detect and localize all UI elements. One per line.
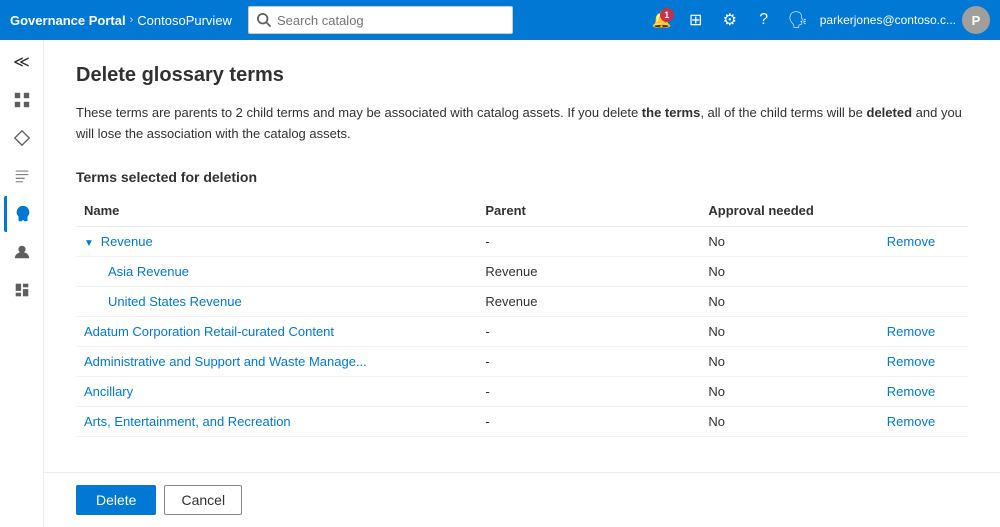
term-name-link[interactable]: Administrative and Support and Waste Man…: [84, 354, 367, 369]
sidebar: ≪: [0, 40, 44, 527]
table-row: Asia Revenue RevenueNo: [76, 256, 968, 286]
term-parent: -: [477, 226, 700, 256]
footer-bar: Delete Cancel: [44, 472, 1000, 527]
table-row: ▼ Revenue -No Remove: [76, 226, 968, 256]
table-header-row: Name Parent Approval needed: [76, 197, 968, 227]
term-parent: Revenue: [477, 256, 700, 286]
term-parent: -: [477, 316, 700, 346]
warning-middle: , all of the child terms will be: [700, 105, 866, 120]
term-parent: Revenue: [477, 286, 700, 316]
term-approval: No: [700, 256, 878, 286]
warning-bold2: deleted: [867, 105, 913, 120]
page-body: Delete glossary terms These terms are pa…: [44, 40, 1000, 472]
sidebar-toggle[interactable]: ≪: [4, 44, 40, 80]
term-approval: No: [700, 226, 878, 256]
term-parent: -: [477, 406, 700, 436]
term-approval: No: [700, 316, 878, 346]
term-approval: No: [700, 406, 878, 436]
term-name-link[interactable]: Asia Revenue: [108, 264, 189, 279]
feedback-button[interactable]: 🗣: [782, 4, 814, 36]
term-approval: No: [700, 376, 878, 406]
term-parent: -: [477, 346, 700, 376]
page-title: Delete glossary terms: [76, 64, 968, 87]
product-label: ContosoPurview: [137, 13, 232, 28]
table-row: Arts, Entertainment, and Recreation -No Re…: [76, 406, 968, 436]
remove-button[interactable]: Remove: [887, 234, 935, 249]
user-profile[interactable]: parkerjones@contoso.c... P: [820, 6, 990, 34]
col-header-name: Name: [76, 197, 477, 227]
warning-text: These terms are parents to 2 child terms…: [76, 103, 968, 145]
warning-bold1: the terms: [642, 105, 701, 120]
remove-button[interactable]: Remove: [887, 324, 935, 339]
grid-button[interactable]: ⊞: [680, 4, 712, 36]
nav-actions: 🔔 1 ⊞ ⚙ ? 🗣 parkerjones@contoso.c... P: [646, 4, 990, 36]
avatar: P: [962, 6, 990, 34]
cancel-button[interactable]: Cancel: [164, 485, 242, 515]
col-header-parent: Parent: [477, 197, 700, 227]
main-layout: ≪ Delete glossary terms These terms are …: [0, 40, 1000, 527]
terms-table: Name Parent Approval needed ▼ Revenue-No…: [76, 197, 968, 437]
term-name-link[interactable]: Ancillary: [84, 384, 133, 399]
content-area: Delete glossary terms These terms are pa…: [44, 40, 1000, 527]
term-approval: No: [700, 286, 878, 316]
sidebar-item-policy[interactable]: [4, 234, 40, 270]
delete-button[interactable]: Delete: [76, 485, 156, 515]
term-name-link[interactable]: Revenue: [101, 234, 153, 249]
remove-button[interactable]: Remove: [887, 354, 935, 369]
table-body: ▼ Revenue-NoRemoveAsia RevenueRevenueNoU…: [76, 226, 968, 436]
chevron-down-icon[interactable]: ▼: [84, 238, 97, 249]
sidebar-item-catalog[interactable]: [4, 120, 40, 156]
settings-button[interactable]: ⚙: [714, 4, 746, 36]
col-header-action: [879, 197, 968, 227]
search-input[interactable]: [277, 13, 504, 28]
search-bar[interactable]: [248, 6, 513, 34]
term-name-link[interactable]: Arts, Entertainment, and Recreation: [84, 414, 291, 429]
notifications-button[interactable]: 🔔 1: [646, 4, 678, 36]
top-navigation: Governance Portal › ContosoPurview 🔔 1 ⊞…: [0, 0, 1000, 40]
sidebar-item-insights[interactable]: [4, 196, 40, 232]
help-button[interactable]: ?: [748, 4, 780, 36]
brand-area: Governance Portal › ContosoPurview: [10, 13, 232, 28]
search-icon: [257, 13, 271, 27]
sidebar-item-home[interactable]: [4, 82, 40, 118]
remove-button[interactable]: Remove: [887, 384, 935, 399]
term-name-link[interactable]: Adatum Corporation Retail-curated Conten…: [84, 324, 334, 339]
user-email: parkerjones@contoso.c...: [820, 13, 956, 27]
col-header-approval: Approval needed: [700, 197, 878, 227]
term-approval: No: [700, 346, 878, 376]
term-parent: -: [477, 376, 700, 406]
section-label: Terms selected for deletion: [76, 169, 968, 185]
sidebar-item-management[interactable]: [4, 272, 40, 308]
table-row: Adatum Corporation Retail-curated Conten…: [76, 316, 968, 346]
warning-prefix: These terms are parents to 2 child terms…: [76, 105, 642, 120]
table-row: United States Revenue RevenueNo: [76, 286, 968, 316]
term-name-link[interactable]: United States Revenue: [108, 294, 242, 309]
table-row: Administrative and Support and Waste Man…: [76, 346, 968, 376]
breadcrumb-chevron: ›: [130, 14, 134, 26]
table-row: Ancillary -No Remove: [76, 376, 968, 406]
governance-portal-label: Governance Portal: [10, 13, 126, 28]
sidebar-item-glossary[interactable]: [4, 158, 40, 194]
notification-badge: 1: [660, 8, 674, 22]
remove-button[interactable]: Remove: [887, 414, 935, 429]
